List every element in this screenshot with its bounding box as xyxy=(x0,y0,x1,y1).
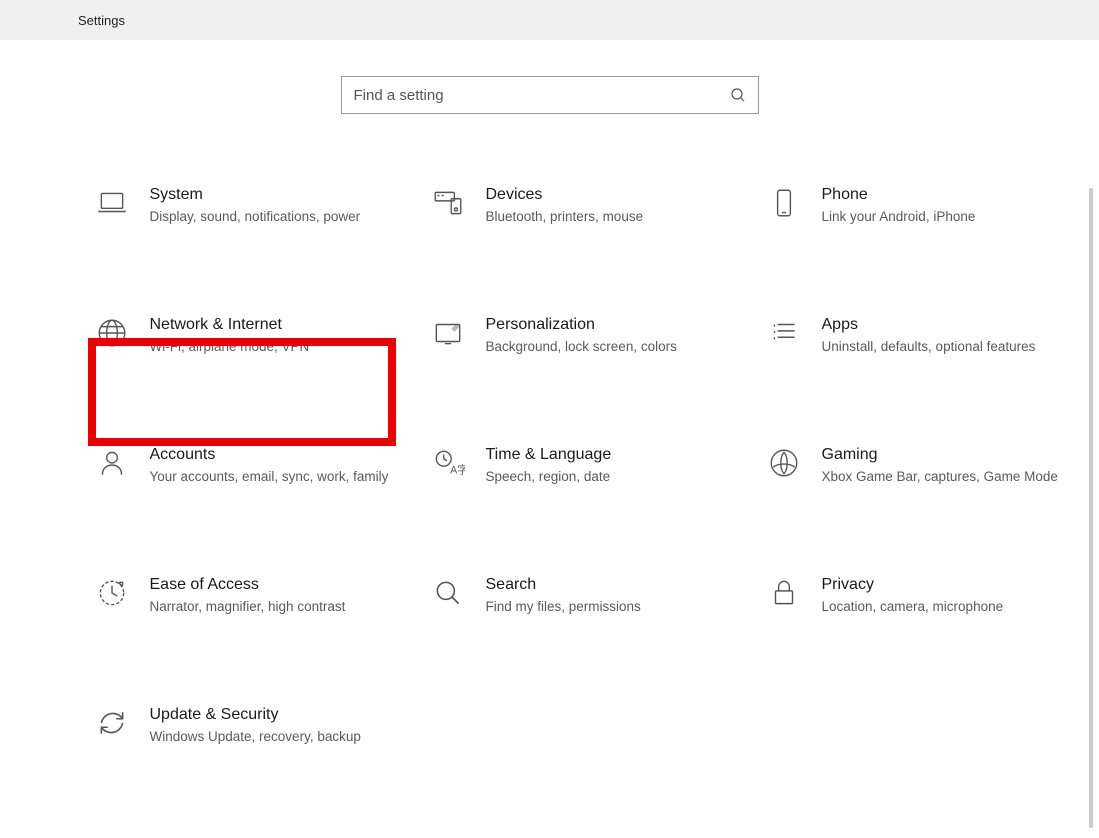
category-apps[interactable]: Apps Uninstall, defaults, optional featu… xyxy=(760,310,1096,370)
scrollbar[interactable] xyxy=(1089,188,1093,828)
update-icon xyxy=(88,706,136,754)
category-title: Devices xyxy=(486,186,730,204)
category-desc: Bluetooth, printers, mouse xyxy=(486,208,730,227)
phone-icon xyxy=(760,186,808,234)
category-desc: Xbox Game Bar, captures, Game Mode xyxy=(822,468,1066,487)
search-input[interactable] xyxy=(354,87,730,104)
category-network[interactable]: Network & Internet Wi-Fi, airplane mode,… xyxy=(88,310,424,370)
gaming-icon xyxy=(760,446,808,494)
category-title: Privacy xyxy=(822,576,1066,594)
globe-icon xyxy=(88,316,136,364)
category-desc: Windows Update, recovery, backup xyxy=(150,728,394,747)
category-ease-of-access[interactable]: Ease of Access Narrator, magnifier, high… xyxy=(88,570,424,630)
category-title: Phone xyxy=(822,186,1066,204)
category-title: Time & Language xyxy=(486,446,730,464)
category-title: Personalization xyxy=(486,316,730,334)
category-desc: Wi-Fi, airplane mode, VPN xyxy=(150,338,394,357)
category-grid: System Display, sound, notifications, po… xyxy=(40,180,1060,760)
category-gaming[interactable]: Gaming Xbox Game Bar, captures, Game Mod… xyxy=(760,440,1096,500)
category-devices[interactable]: Devices Bluetooth, printers, mouse xyxy=(424,180,760,240)
category-desc: Speech, region, date xyxy=(486,468,730,487)
category-personalization[interactable]: Personalization Background, lock screen,… xyxy=(424,310,760,370)
category-desc: Narrator, magnifier, high contrast xyxy=(150,598,394,617)
category-update-security[interactable]: Update & Security Windows Update, recove… xyxy=(88,700,424,760)
search-category-icon xyxy=(424,576,472,624)
category-title: Network & Internet xyxy=(150,316,394,334)
lock-icon xyxy=(760,576,808,624)
category-desc: Your accounts, email, sync, work, family xyxy=(150,468,394,487)
category-search[interactable]: Search Find my files, permissions xyxy=(424,570,760,630)
devices-icon xyxy=(424,186,472,234)
laptop-icon xyxy=(88,186,136,234)
category-title: Ease of Access xyxy=(150,576,394,594)
svg-text:A字: A字 xyxy=(450,464,465,477)
category-desc: Link your Android, iPhone xyxy=(822,208,1066,227)
category-title: Accounts xyxy=(150,446,394,464)
category-title: Apps xyxy=(822,316,1066,334)
category-desc: Background, lock screen, colors xyxy=(486,338,730,357)
category-privacy[interactable]: Privacy Location, camera, microphone xyxy=(760,570,1096,630)
search-icon xyxy=(730,87,746,103)
category-title: Gaming xyxy=(822,446,1066,464)
category-desc: Display, sound, notifications, power xyxy=(150,208,394,227)
search-box[interactable] xyxy=(341,76,759,114)
category-time-language[interactable]: A字 Time & Language Speech, region, date xyxy=(424,440,760,500)
category-phone[interactable]: Phone Link your Android, iPhone xyxy=(760,180,1096,240)
settings-home: System Display, sound, notifications, po… xyxy=(0,40,1099,760)
category-system[interactable]: System Display, sound, notifications, po… xyxy=(88,180,424,240)
ease-of-access-icon xyxy=(88,576,136,624)
apps-icon xyxy=(760,316,808,364)
time-language-icon: A字 xyxy=(424,446,472,494)
category-title: System xyxy=(150,186,394,204)
window-title: Settings xyxy=(78,13,125,28)
category-accounts[interactable]: Accounts Your accounts, email, sync, wor… xyxy=(88,440,424,500)
category-desc: Uninstall, defaults, optional features xyxy=(822,338,1066,357)
category-title: Update & Security xyxy=(150,706,394,724)
person-icon xyxy=(88,446,136,494)
category-desc: Location, camera, microphone xyxy=(822,598,1066,617)
category-desc: Find my files, permissions xyxy=(486,598,730,617)
titlebar: Settings xyxy=(0,0,1099,40)
personalization-icon xyxy=(424,316,472,364)
category-title: Search xyxy=(486,576,730,594)
